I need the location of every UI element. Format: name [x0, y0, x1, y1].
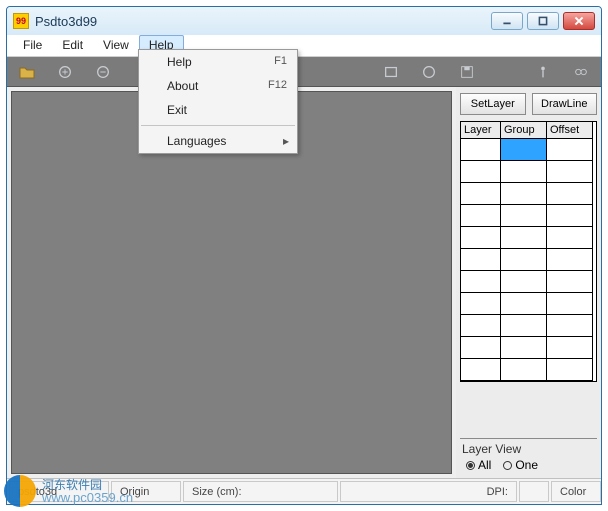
- menu-separator: [141, 125, 295, 126]
- zoom-out-icon[interactable]: [93, 62, 113, 82]
- table-row[interactable]: [461, 315, 596, 337]
- tool-link-icon[interactable]: [571, 62, 591, 82]
- setlayer-button[interactable]: SetLayer: [460, 93, 526, 115]
- help-dropdown: HelpF1 AboutF12 Exit Languages: [138, 49, 298, 154]
- toolbar: [7, 57, 601, 87]
- table-row[interactable]: [461, 139, 596, 161]
- minimize-icon: [501, 15, 513, 27]
- menubar: File Edit View Help: [7, 35, 601, 57]
- layer-view-one-radio[interactable]: One: [503, 458, 538, 472]
- app-window: 99 Psdto3d99 File Edit View Help SetLaye…: [6, 6, 602, 505]
- layer-view-title: Layer View: [460, 442, 597, 456]
- layer-table[interactable]: Layer Group Offset: [460, 121, 597, 382]
- window-controls: [491, 12, 601, 30]
- close-button[interactable]: [563, 12, 595, 30]
- maximize-button[interactable]: [527, 12, 559, 30]
- drawline-button[interactable]: DrawLine: [532, 93, 598, 115]
- status-dpi-value: [519, 481, 549, 502]
- status-filename: psdto3d: [9, 481, 109, 502]
- table-row[interactable]: [461, 271, 596, 293]
- statusbar: psdto3d Origin Size (cm): DPI: Color: [7, 478, 601, 504]
- header-layer: Layer: [461, 122, 501, 139]
- table-row[interactable]: [461, 205, 596, 227]
- tool-circle-icon[interactable]: [419, 62, 439, 82]
- table-row[interactable]: [461, 161, 596, 183]
- radio-off-icon: [503, 461, 512, 470]
- tool-save-icon[interactable]: [457, 62, 477, 82]
- table-row[interactable]: [461, 227, 596, 249]
- table-row[interactable]: [461, 249, 596, 271]
- table-row[interactable]: [461, 337, 596, 359]
- zoom-in-icon[interactable]: [55, 62, 75, 82]
- layer-table-header: Layer Group Offset: [461, 122, 596, 139]
- app-icon: 99: [13, 13, 29, 29]
- status-color-label: Color: [551, 481, 601, 502]
- menu-view[interactable]: View: [93, 35, 139, 56]
- status-origin-label: Origin: [111, 481, 181, 502]
- tool-rect-icon[interactable]: [381, 62, 401, 82]
- header-group: Group: [501, 122, 547, 139]
- radio-on-icon: [466, 461, 475, 470]
- layer-table-rows: [461, 139, 596, 381]
- help-menu-about[interactable]: AboutF12: [139, 74, 297, 98]
- help-menu-exit[interactable]: Exit: [139, 98, 297, 122]
- menu-file[interactable]: File: [13, 35, 52, 56]
- open-file-icon[interactable]: [17, 62, 37, 82]
- table-row[interactable]: [461, 183, 596, 205]
- header-offset: Offset: [547, 122, 593, 139]
- workspace: SetLayer DrawLine Layer Group Offset: [7, 87, 601, 478]
- help-menu-help[interactable]: HelpF1: [139, 50, 297, 74]
- table-row[interactable]: [461, 293, 596, 315]
- close-icon: [573, 15, 585, 27]
- help-menu-languages[interactable]: Languages: [139, 129, 297, 153]
- minimize-button[interactable]: [491, 12, 523, 30]
- layer-view-group: Layer View All One: [460, 438, 597, 472]
- maximize-icon: [537, 15, 549, 27]
- table-row[interactable]: [461, 359, 596, 381]
- right-panel: SetLayer DrawLine Layer Group Offset: [456, 87, 601, 478]
- layer-view-all-radio[interactable]: All: [466, 458, 491, 472]
- status-dpi-label: DPI:: [340, 481, 517, 502]
- status-size-label: Size (cm):: [183, 481, 338, 502]
- window-title: Psdto3d99: [35, 14, 491, 29]
- titlebar: 99 Psdto3d99: [7, 7, 601, 35]
- menu-edit[interactable]: Edit: [52, 35, 93, 56]
- tool-pin-icon[interactable]: [533, 62, 553, 82]
